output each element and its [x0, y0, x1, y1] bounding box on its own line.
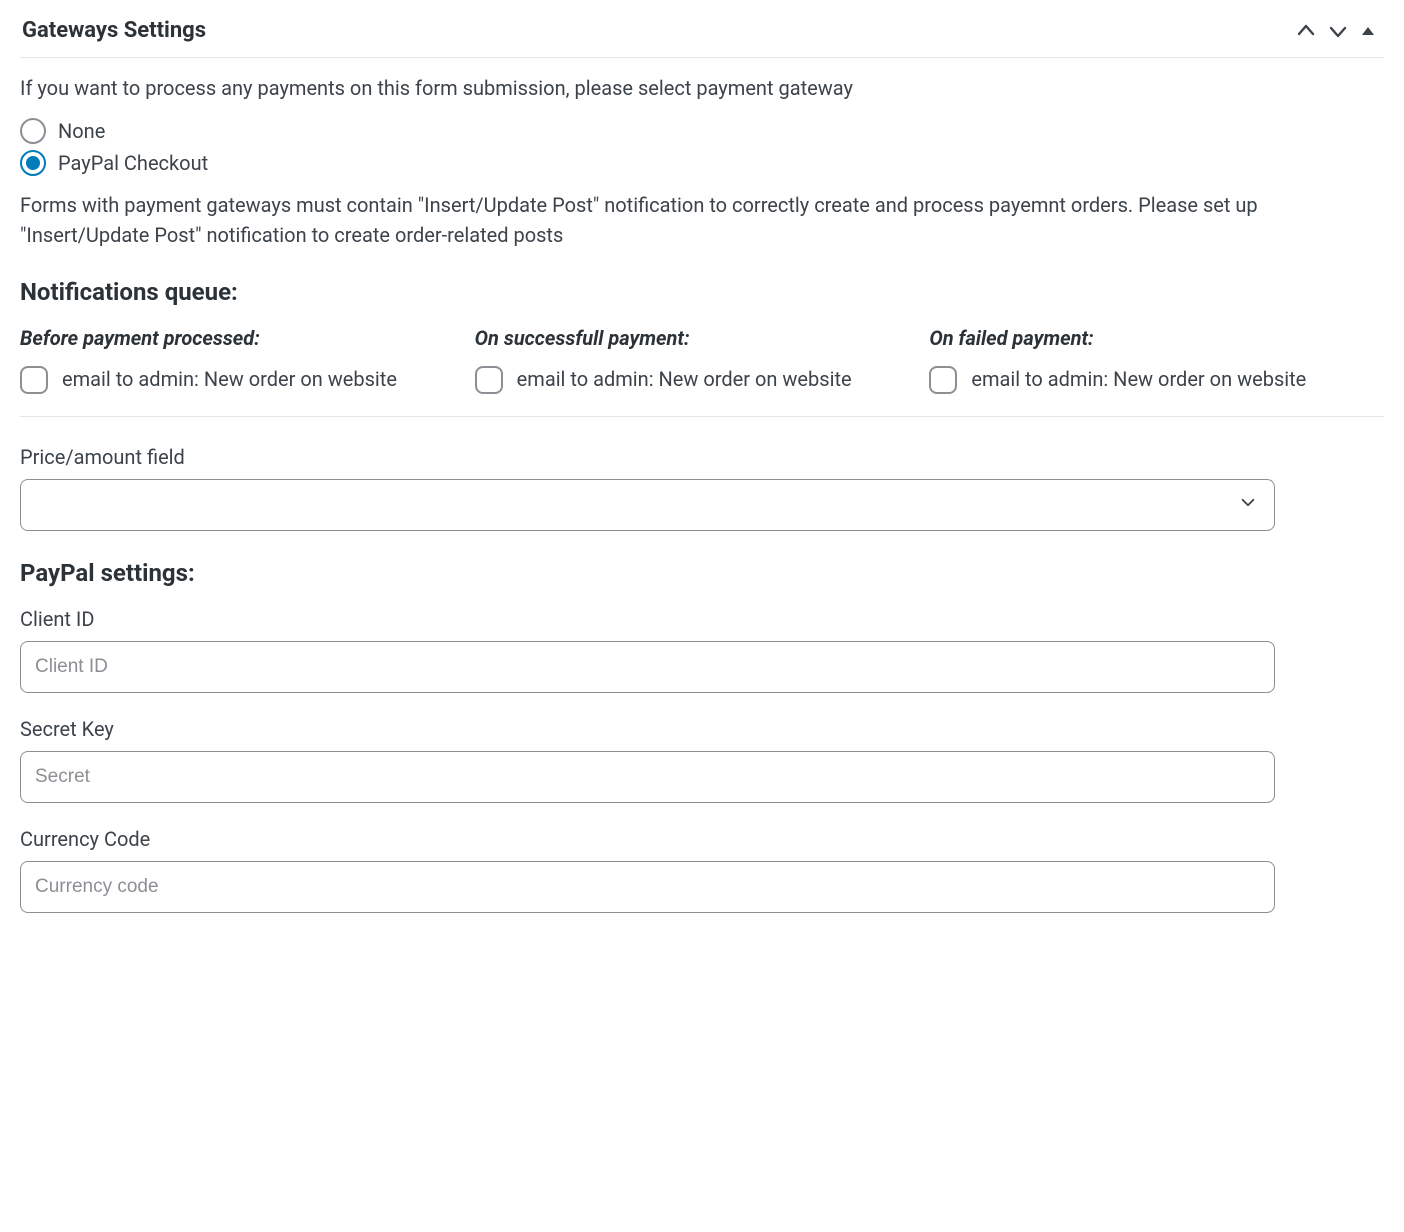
- intro-text: If you want to process any payments on t…: [20, 76, 1384, 100]
- client-id-group: Client ID: [20, 607, 1384, 693]
- paypal-settings-heading: PayPal settings:: [20, 559, 1384, 587]
- notification-label: email to admin: New order on website: [971, 364, 1306, 394]
- radio-icon[interactable]: [20, 118, 46, 144]
- notification-label: email to admin: New order on website: [62, 364, 397, 394]
- price-field-group: Price/amount field: [20, 445, 1384, 531]
- gateway-radio-group: None PayPal Checkout: [20, 118, 1384, 176]
- currency-code-label: Currency Code: [20, 827, 1384, 851]
- queue-col-failed: On failed payment: email to admin: New o…: [929, 326, 1384, 394]
- currency-code-group: Currency Code: [20, 827, 1384, 913]
- move-up-icon[interactable]: [1296, 21, 1316, 41]
- notification-option[interactable]: email to admin: New order on website: [20, 364, 451, 394]
- checkbox-icon[interactable]: [20, 366, 48, 394]
- divider: [20, 416, 1384, 417]
- price-field-select[interactable]: [20, 479, 1275, 531]
- notification-option[interactable]: email to admin: New order on website: [475, 364, 906, 394]
- secret-key-label: Secret Key: [20, 717, 1384, 741]
- collapse-icon[interactable]: [1360, 23, 1376, 39]
- currency-code-input[interactable]: [20, 861, 1275, 913]
- panel-title: Gateways Settings: [22, 18, 206, 43]
- notification-label: email to admin: New order on website: [517, 364, 852, 394]
- notifications-queue: Before payment processed: email to admin…: [20, 326, 1384, 394]
- queue-col-title: On failed payment:: [929, 326, 1360, 350]
- price-field-select-wrap: [20, 479, 1384, 531]
- queue-col-title: Before payment processed:: [20, 326, 451, 350]
- radio-label: PayPal Checkout: [58, 151, 208, 175]
- gateway-option-paypal[interactable]: PayPal Checkout: [20, 150, 1384, 176]
- secret-key-group: Secret Key: [20, 717, 1384, 803]
- panel-controls: [1296, 21, 1382, 41]
- notifications-queue-heading: Notifications queue:: [20, 278, 1384, 306]
- gateway-notice: Forms with payment gateways must contain…: [20, 190, 1384, 250]
- queue-col-title: On successfull payment:: [475, 326, 906, 350]
- panel-header: Gateways Settings: [20, 10, 1384, 58]
- client-id-input[interactable]: [20, 641, 1275, 693]
- queue-col-before: Before payment processed: email to admin…: [20, 326, 475, 394]
- secret-key-input[interactable]: [20, 751, 1275, 803]
- client-id-label: Client ID: [20, 607, 1384, 631]
- notification-option[interactable]: email to admin: New order on website: [929, 364, 1360, 394]
- queue-col-success: On successfull payment: email to admin: …: [475, 326, 930, 394]
- checkbox-icon[interactable]: [929, 366, 957, 394]
- radio-label: None: [58, 119, 105, 143]
- radio-icon[interactable]: [20, 150, 46, 176]
- move-down-icon[interactable]: [1328, 21, 1348, 41]
- gateway-option-none[interactable]: None: [20, 118, 1384, 144]
- checkbox-icon[interactable]: [475, 366, 503, 394]
- price-field-label: Price/amount field: [20, 445, 1384, 469]
- gateways-settings-panel: Gateways Settings If you want to process…: [10, 10, 1394, 957]
